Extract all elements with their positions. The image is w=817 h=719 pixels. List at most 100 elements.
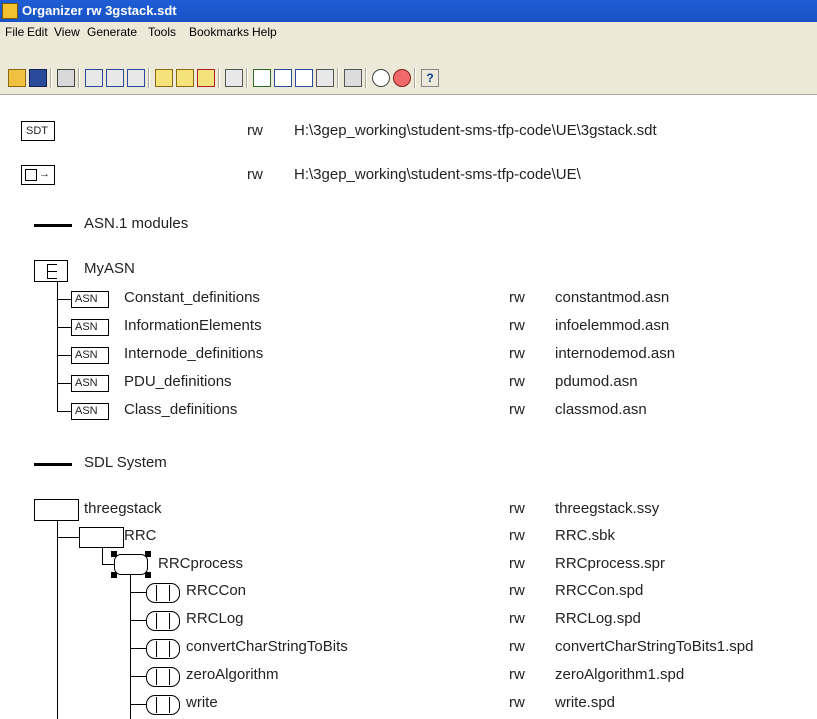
sdt-icon-label: SDT	[26, 125, 48, 137]
process-name[interactable]: RRCprocess	[158, 555, 243, 572]
menu-file[interactable]: File	[5, 25, 24, 39]
block-name[interactable]: RRC	[124, 527, 157, 544]
access-rw: rw	[509, 401, 525, 418]
procedure-file[interactable]: RRCCon.spd	[555, 582, 643, 599]
access-rw: rw	[509, 317, 525, 334]
analyze-icon[interactable]	[155, 69, 173, 87]
tree-line	[57, 520, 58, 719]
procedure-file[interactable]: write.spd	[555, 694, 615, 711]
add-icon[interactable]	[253, 69, 271, 87]
module-group-icon[interactable]	[34, 260, 68, 282]
system-file-path[interactable]: H:\3gep_working\student-sms-tfp-code\UE\…	[294, 122, 657, 139]
help-icon[interactable]: ?	[421, 69, 439, 87]
procedure-file[interactable]: zeroAlgorithm1.spd	[555, 666, 684, 683]
sdt-file-icon[interactable]: SDT	[21, 121, 55, 141]
asn-module-file[interactable]: infoelemmod.asn	[555, 317, 669, 334]
chapter-title-asn[interactable]: ASN.1 modules	[84, 215, 188, 232]
directory-path[interactable]: H:\3gep_working\student-sms-tfp-code\UE\	[294, 166, 581, 183]
access-rw: rw	[509, 610, 525, 627]
menu-bar: File Edit View Generate Tools Bookmarks …	[0, 22, 817, 42]
edit-icon[interactable]	[127, 69, 145, 87]
system-diagram-icon[interactable]	[34, 499, 79, 521]
process-diagram-icon[interactable]	[114, 554, 148, 575]
make-icon[interactable]	[176, 69, 194, 87]
app-icon	[2, 3, 18, 19]
procedure-diagram-icon[interactable]	[146, 695, 180, 715]
tree-line	[57, 282, 58, 412]
save-icon[interactable]	[29, 69, 47, 87]
open-icon[interactable]	[8, 69, 26, 87]
menu-view[interactable]: View	[54, 25, 80, 39]
asn-module-name[interactable]: Constant_definitions	[124, 289, 260, 306]
process-file[interactable]: RRCprocess.spr	[555, 555, 665, 572]
access-rw: rw	[509, 373, 525, 390]
asn-file-icon[interactable]: ASN	[71, 291, 109, 308]
block-file[interactable]: RRC.sbk	[555, 527, 615, 544]
print-icon[interactable]	[57, 69, 75, 87]
toolbar-separator	[50, 68, 52, 88]
access-rw: rw	[509, 694, 525, 711]
zoom-in-icon[interactable]	[393, 69, 411, 87]
binoculars-icon[interactable]	[225, 69, 243, 87]
window-title: Organizer rw 3gstack.sdt	[22, 3, 177, 18]
asn-module-file[interactable]: classmod.asn	[555, 401, 647, 418]
access-rw: rw	[509, 500, 525, 517]
procedure-name[interactable]: write	[186, 694, 218, 711]
simulator-icon[interactable]	[197, 69, 215, 87]
window-icon[interactable]	[344, 69, 362, 87]
block-diagram-icon[interactable]	[79, 527, 124, 548]
toolbar-separator	[246, 68, 248, 88]
asn-module-name[interactable]: Class_definitions	[124, 401, 237, 418]
title-bar: Organizer rw 3gstack.sdt	[0, 0, 817, 22]
chapter-icon	[34, 224, 72, 227]
system-file[interactable]: threegstack.ssy	[555, 500, 659, 517]
procedure-diagram-icon[interactable]	[146, 611, 180, 631]
directory-icon-arrow: →	[39, 168, 50, 180]
procedure-diagram-icon[interactable]	[146, 667, 180, 687]
toolbar: ?	[0, 42, 817, 95]
selection-handle	[111, 551, 117, 557]
directory-icon[interactable]: →	[21, 165, 55, 185]
system-name[interactable]: threegstack	[84, 500, 162, 517]
asn-file-icon[interactable]: ASN	[71, 375, 109, 392]
menu-tools[interactable]: Tools	[148, 25, 176, 39]
selection-handle	[145, 551, 151, 557]
access-rw: rw	[509, 666, 525, 683]
asn-module-name[interactable]: Internode_definitions	[124, 345, 263, 362]
directory-icon-square	[25, 169, 37, 181]
procedure-file[interactable]: RRCLog.spd	[555, 610, 641, 627]
chapter-title-sdl[interactable]: SDL System	[84, 454, 167, 471]
asn-module-file[interactable]: constantmod.asn	[555, 289, 669, 306]
up-icon[interactable]	[295, 69, 313, 87]
selection-handle	[111, 572, 117, 578]
access-rw: rw	[247, 122, 263, 139]
symbol-icon[interactable]	[85, 69, 103, 87]
dependencies-icon[interactable]	[106, 69, 124, 87]
asn-module-file[interactable]: internodemod.asn	[555, 345, 675, 362]
procedure-name[interactable]: RRCCon	[186, 582, 246, 599]
module-group-label[interactable]: MyASN	[84, 260, 135, 277]
chapter-icon	[34, 463, 72, 466]
asn-file-icon[interactable]: ASN	[71, 347, 109, 364]
menu-bookmarks[interactable]: Bookmarks	[189, 25, 249, 39]
access-rw: rw	[509, 527, 525, 544]
menu-generate[interactable]: Generate	[87, 25, 137, 39]
procedure-name[interactable]: RRCLog	[186, 610, 244, 627]
menu-help[interactable]: Help	[252, 25, 277, 39]
toolbar-separator	[365, 68, 367, 88]
down-icon[interactable]	[274, 69, 292, 87]
zoom-out-icon[interactable]	[372, 69, 390, 87]
asn-module-name[interactable]: InformationElements	[124, 317, 262, 334]
menu-edit[interactable]: Edit	[27, 25, 48, 39]
asn-module-file[interactable]: pdumod.asn	[555, 373, 638, 390]
procedure-file[interactable]: convertCharStringToBits1.spd	[555, 638, 753, 655]
asn-file-icon[interactable]: ASN	[71, 403, 109, 420]
connect-icon[interactable]	[316, 69, 334, 87]
procedure-diagram-icon[interactable]	[146, 639, 180, 659]
procedure-diagram-icon[interactable]	[146, 583, 180, 603]
toolbar-separator	[78, 68, 80, 88]
asn-module-name[interactable]: PDU_definitions	[124, 373, 232, 390]
asn-file-icon[interactable]: ASN	[71, 319, 109, 336]
procedure-name[interactable]: convertCharStringToBits	[186, 638, 348, 655]
procedure-name[interactable]: zeroAlgorithm	[186, 666, 279, 683]
